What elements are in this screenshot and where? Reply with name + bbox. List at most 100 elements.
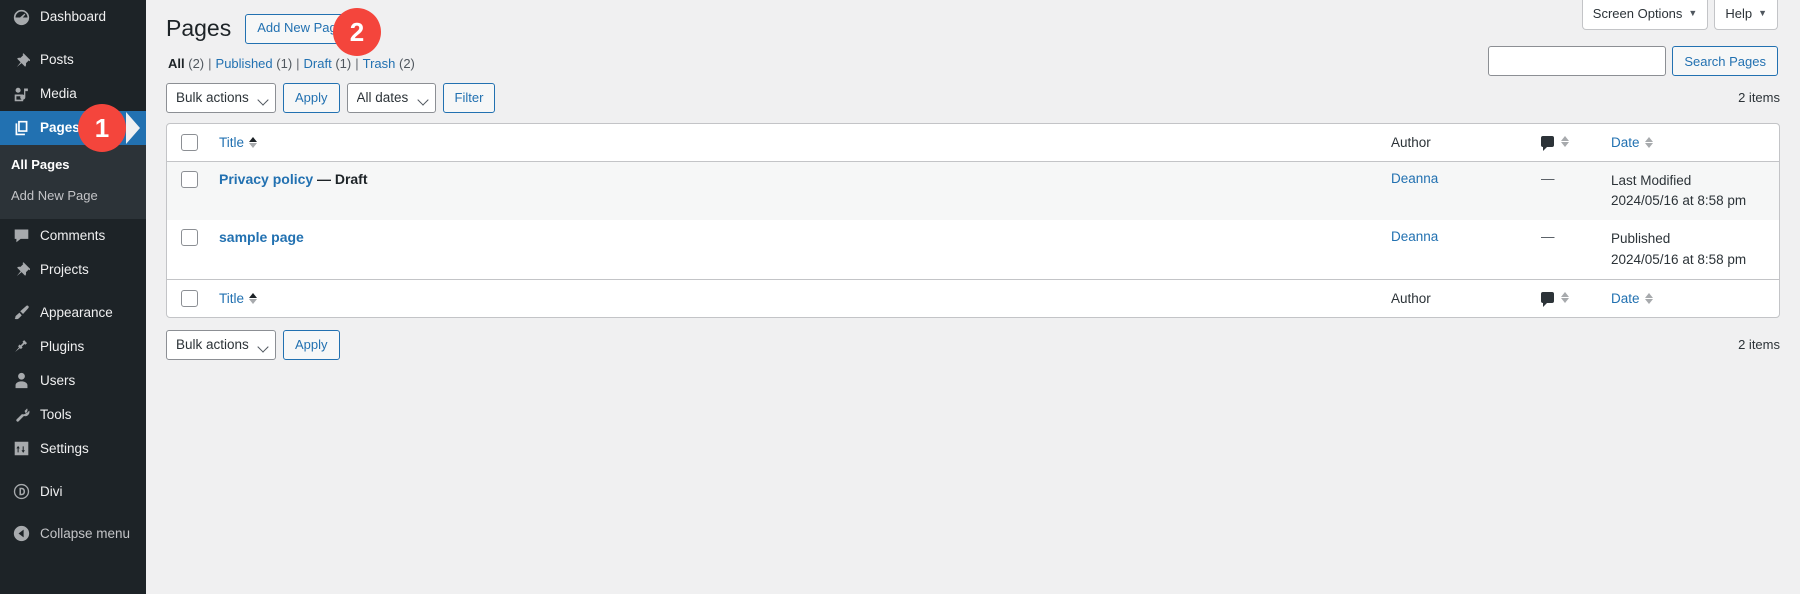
table-row: Privacy policy — Draft Deanna — Last Mod…: [167, 161, 1779, 221]
sort-date-link-bottom[interactable]: Date: [1611, 291, 1653, 306]
sidebar-item-projects[interactable]: Projects: [0, 253, 146, 287]
row-select-checkbox[interactable]: [181, 229, 198, 247]
dashboard-icon: [11, 7, 31, 27]
select-all-checkbox-bottom[interactable]: [181, 289, 198, 307]
column-header-title: Title: [209, 124, 1381, 162]
sort-date-link-top[interactable]: Date: [1611, 135, 1653, 150]
row-title-cell: Privacy policy — Draft: [209, 162, 1381, 221]
date-status: Last Modified: [1611, 172, 1692, 188]
row-author-cell: Deanna: [1381, 162, 1531, 221]
sort-title-link-top[interactable]: Title: [219, 134, 258, 150]
pages-list-table: Title Author Date Privacy policy — Draft…: [166, 122, 1780, 318]
sidebar-item-label: Media: [40, 86, 77, 102]
apply-button-bottom[interactable]: Apply: [283, 329, 340, 360]
sidebar-item-users[interactable]: Users: [0, 364, 146, 398]
filter-link-draft[interactable]: Draft: [304, 56, 332, 71]
page-header: Pages Add New Page: [166, 0, 1780, 44]
filter-link-published[interactable]: Published: [216, 56, 273, 71]
divi-icon: [11, 482, 31, 502]
select-all-header: [167, 124, 209, 162]
author-link[interactable]: Deanna: [1391, 229, 1438, 244]
sidebar-item-comments[interactable]: Comments: [0, 219, 146, 253]
collapse-menu-button[interactable]: Collapse menu: [0, 517, 146, 551]
column-label-title: Title: [219, 290, 245, 306]
filter-link-trash[interactable]: Trash: [363, 56, 396, 71]
bulk-actions-select-wrap-bottom: Bulk actions: [166, 329, 276, 360]
media-icon: [11, 84, 31, 104]
row-date-cell: Last Modified 2024/05/16 at 8:58 pm: [1601, 162, 1779, 221]
date-filter-select-wrap: All dates: [346, 82, 436, 113]
bulk-actions-select[interactable]: Bulk actions: [166, 82, 276, 113]
table-row: sample page Deanna — Published 2024/05/1…: [167, 220, 1779, 279]
bulk-actions-select-bottom[interactable]: Bulk actions: [166, 329, 276, 360]
sort-indicator-icon: [249, 292, 258, 304]
admin-sidebar: Dashboard Posts Media Pages All Pages Ad…: [0, 0, 146, 594]
filter-count-draft: (1): [335, 55, 352, 71]
sidebar-item-label: Appearance: [40, 304, 113, 320]
filter-divider: |: [296, 55, 300, 71]
submenu-item-all-pages[interactable]: All Pages: [0, 150, 146, 181]
sidebar-item-appearance[interactable]: Appearance: [0, 296, 146, 330]
column-footer-title: Title: [209, 278, 1381, 317]
sidebar-item-plugins[interactable]: Plugins: [0, 330, 146, 364]
column-header-date: Date: [1601, 124, 1779, 162]
annotation-pointer: [126, 112, 140, 144]
menu-separator: [0, 287, 146, 296]
apply-button-top[interactable]: Apply: [283, 82, 340, 113]
page-title-link[interactable]: Privacy policy: [219, 171, 313, 187]
filter-link-all[interactable]: All: [168, 56, 185, 71]
page-title: Pages: [166, 15, 232, 41]
sidebar-item-label: Comments: [40, 227, 106, 243]
column-footer-comments: [1531, 278, 1601, 317]
bulk-actions-select-wrap: Bulk actions: [166, 82, 276, 113]
sidebar-item-label: Settings: [40, 440, 89, 456]
sidebar-item-tools[interactable]: Tools: [0, 398, 146, 432]
menu-separator: [0, 34, 146, 43]
row-title-cell: sample page: [209, 220, 1381, 279]
search-pages-button[interactable]: Search Pages: [1672, 46, 1778, 76]
select-all-footer: [167, 278, 209, 317]
pin-icon: [11, 50, 31, 70]
page-title-link[interactable]: sample page: [219, 229, 304, 245]
comment-icon: [1541, 291, 1554, 307]
sidebar-item-media[interactable]: Media: [0, 77, 146, 111]
items-count-bottom: 2 items: [1738, 337, 1780, 353]
sidebar-item-label: Projects: [40, 261, 89, 277]
user-icon: [11, 371, 31, 391]
sidebar-item-settings[interactable]: Settings: [0, 432, 146, 466]
sidebar-item-posts[interactable]: Posts: [0, 43, 146, 77]
pages-submenu: All Pages Add New Page: [0, 145, 146, 219]
submenu-item-label: All Pages: [11, 157, 70, 172]
sort-title-link-bottom[interactable]: Title: [219, 290, 258, 306]
filter-button[interactable]: Filter: [442, 82, 496, 113]
column-label-author: Author: [1391, 290, 1431, 306]
sidebar-item-divi[interactable]: Divi: [0, 475, 146, 509]
annotation-badge-1: 1: [78, 104, 126, 152]
sidebar-item-dashboard[interactable]: Dashboard: [0, 0, 146, 34]
submenu-item-add-new-page[interactable]: Add New Page: [0, 181, 146, 212]
comment-icon: [11, 226, 31, 246]
collapse-menu-label: Collapse menu: [40, 525, 131, 541]
sort-indicator-icon: [1644, 136, 1653, 148]
sidebar-item-label: Users: [40, 372, 76, 388]
sort-indicator-icon: [1644, 292, 1653, 304]
sort-indicator-icon[interactable]: [1561, 135, 1569, 147]
table-footer-row: Title Author Date: [167, 278, 1779, 317]
filter-count-published: (1): [276, 55, 293, 71]
menu-separator: [0, 466, 146, 475]
author-link[interactable]: Deanna: [1391, 171, 1438, 186]
main-content: Screen Options ▼ Help ▼ Pages Add New Pa…: [146, 0, 1800, 594]
date-filter-select[interactable]: All dates: [346, 82, 436, 113]
tablenav-top: Bulk actions Apply All dates Filter 2 it…: [166, 82, 1780, 114]
tablenav-bottom: Bulk actions Apply 2 items: [166, 329, 1780, 361]
search-input[interactable]: [1488, 46, 1667, 76]
table-body: Privacy policy — Draft Deanna — Last Mod…: [167, 161, 1779, 279]
row-author-cell: Deanna: [1381, 220, 1531, 279]
row-date-cell: Published 2024/05/16 at 8:58 pm: [1601, 220, 1779, 279]
column-label-title: Title: [219, 134, 245, 150]
sort-indicator-icon[interactable]: [1561, 291, 1569, 303]
row-select-checkbox[interactable]: [181, 170, 198, 188]
select-all-checkbox-top[interactable]: [181, 133, 198, 151]
date-value: 2024/05/16 at 8:58 pm: [1611, 193, 1747, 209]
sidebar-item-label: Tools: [40, 406, 72, 422]
